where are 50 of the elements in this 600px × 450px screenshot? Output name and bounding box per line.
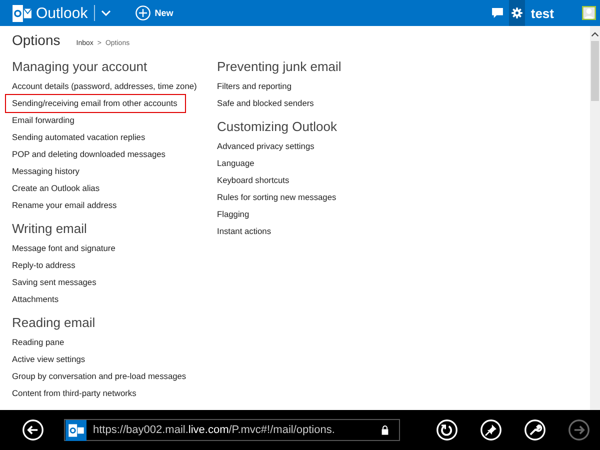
options-link[interactable]: Language (215, 155, 256, 172)
scrollbar[interactable] (590, 26, 600, 410)
options-link[interactable]: Account details (password, addresses, time zone) (10, 78, 199, 95)
scrollbar-thumb[interactable] (591, 41, 599, 101)
options-link[interactable]: Filters and reporting (215, 78, 294, 95)
section-heading: Customizing Outlook (217, 118, 338, 136)
options-link[interactable]: Content from third-party networks (10, 385, 138, 402)
section-heading: Reading email (12, 314, 96, 332)
refresh-button[interactable] (436, 419, 458, 441)
options-link[interactable]: Rename your email address (10, 197, 119, 214)
options-link[interactable]: Reply-to address (10, 257, 78, 274)
options-link[interactable]: Sending/receiving email from other accounts (6, 95, 186, 112)
options-link[interactable]: Instant actions (215, 223, 274, 240)
options-link[interactable]: Create an Outlook alias (10, 180, 102, 197)
options-link[interactable]: Email forwarding (10, 112, 76, 129)
options-link[interactable]: Reading pane (10, 334, 66, 351)
options-link[interactable]: Active view settings (10, 351, 88, 368)
options-link[interactable]: Saving sent messages (10, 274, 98, 291)
options-link[interactable]: Sending automated vacation replies (10, 129, 148, 146)
options-link[interactable]: Flagging (215, 206, 252, 223)
url-text: https://bay002.mail.live.com/P.mvc#!/mail/options. (93, 424, 336, 436)
user-name[interactable]: test (530, 6, 554, 20)
app-name[interactable]: Outlook (36, 4, 88, 22)
section-heading: Writing email (12, 220, 88, 238)
plus-icon (134, 5, 151, 21)
tools-button[interactable] (524, 419, 546, 441)
options-link[interactable]: POP and deleting downloaded messages (10, 146, 168, 163)
page-title: Options (12, 32, 60, 48)
address-field[interactable]: https://bay002.mail.live.com/P.mvc#!/mail/options. (64, 419, 400, 441)
options-link[interactable]: Attachments (10, 291, 61, 308)
options-link[interactable]: Keyboard shortcuts (215, 172, 292, 189)
back-button[interactable] (22, 419, 44, 441)
options-link[interactable]: Safe and blocked senders (215, 95, 316, 112)
scroll-up-icon[interactable] (591, 32, 599, 37)
section-heading: Managing your account (12, 58, 148, 76)
settings-icon (510, 7, 523, 19)
new-button[interactable]: New (134, 5, 174, 21)
outlook-logo-icon (65, 420, 87, 440)
section-heading: Preventing junk email (217, 58, 342, 76)
settings-button[interactable] (508, 0, 525, 26)
lock-icon (381, 425, 389, 435)
options-link[interactable]: Messaging history (10, 163, 82, 180)
options-link[interactable]: Advanced privacy settings (215, 138, 316, 155)
options-link[interactable]: Rules for sorting new messages (215, 189, 338, 206)
chat-icon[interactable] (492, 8, 503, 18)
pin-button[interactable] (480, 419, 502, 441)
options-link[interactable]: Group by conversation and pre-load messages (10, 368, 188, 385)
chevron-down-icon[interactable] (100, 10, 111, 16)
options-link[interactable]: Message font and signature (10, 240, 118, 257)
outlook-logo-icon (12, 4, 32, 22)
